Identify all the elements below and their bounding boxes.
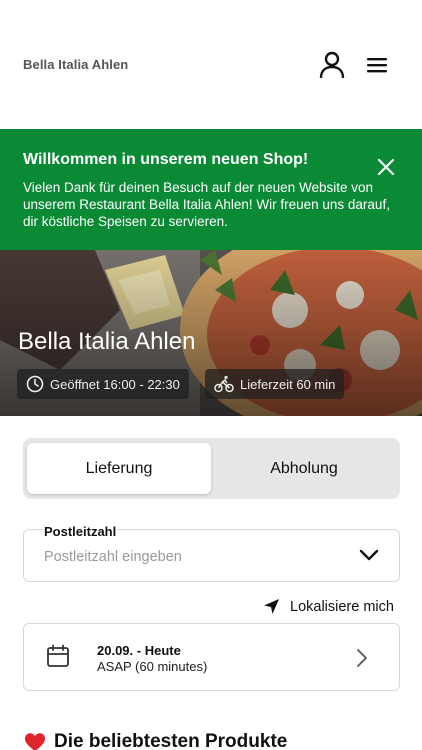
postcode-input[interactable] <box>44 549 344 565</box>
clock-icon <box>26 375 44 393</box>
popular-products-title: Die beliebtesten Produkte <box>54 731 288 750</box>
hero-image: Bella Italia Ahlen Geöffnet 16:00 - 22:3… <box>0 250 422 416</box>
restaurant-name: Bella Italia Ahlen <box>18 328 196 355</box>
order-mode-toggle: Lieferung Abholung <box>23 438 400 499</box>
delivery-time-text: Lieferzeit 60 min <box>240 376 336 392</box>
schedule-time: ASAP (60 minutes) <box>97 659 208 674</box>
banner-text: Vielen Dank für deinen Besuch auf der ne… <box>23 180 390 229</box>
bicycle-icon <box>214 375 234 393</box>
opening-hours-text: Geöffnet 16:00 - 22:30 <box>50 376 180 392</box>
banner-title: Willkommen in unserem neuen Shop! <box>23 151 309 168</box>
delivery-time-badge: Lieferzeit 60 min <box>205 369 345 399</box>
delivery-schedule-selector[interactable]: 20.09. - Heute ASAP (60 minutes) <box>23 623 400 691</box>
location-arrow-icon <box>263 598 280 615</box>
account-button[interactable] <box>317 50 347 80</box>
schedule-date: 20.09. - Heute <box>97 643 181 658</box>
delivery-tab[interactable]: Lieferung <box>27 443 211 494</box>
banner-close-button[interactable] <box>374 155 398 179</box>
locate-me-label: Lokalisiere mich <box>290 598 394 615</box>
menu-button[interactable] <box>362 50 392 80</box>
opening-hours-badge: Geöffnet 16:00 - 22:30 <box>17 369 189 399</box>
site-header: Bella Italia Ahlen <box>0 0 422 129</box>
chevron-down-icon[interactable] <box>359 548 379 562</box>
close-icon <box>377 158 395 176</box>
hamburger-menu-icon <box>367 58 387 73</box>
locate-me-button[interactable]: Lokalisiere mich <box>263 598 394 615</box>
welcome-banner: Willkommen in unserem neuen Shop! Vielen… <box>0 129 422 250</box>
heart-icon <box>24 732 46 750</box>
chevron-right-icon <box>357 649 367 667</box>
calendar-icon <box>47 644 69 667</box>
user-icon <box>319 51 345 79</box>
postcode-label: Postleitzahl <box>43 524 118 539</box>
brand-name[interactable]: Bella Italia Ahlen <box>23 57 128 72</box>
popular-products-heading: Die beliebtesten Produkte <box>24 731 287 750</box>
pickup-tab[interactable]: Abholung <box>212 443 396 494</box>
